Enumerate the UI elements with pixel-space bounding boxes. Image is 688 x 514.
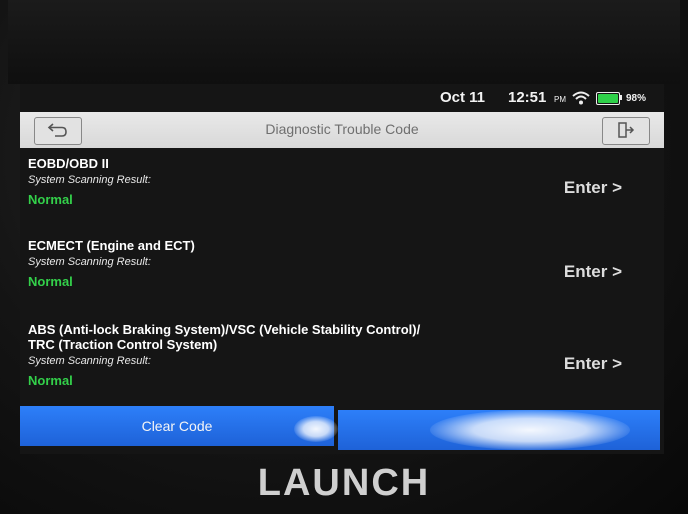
clear-code-button[interactable]: Clear Code [20, 406, 334, 446]
system-name: EOBD/OBD II [28, 156, 109, 171]
enter-button[interactable]: Enter > [564, 178, 622, 198]
page-title: Diagnostic Trouble Code [265, 121, 419, 137]
status-am-pm: PM [554, 95, 566, 104]
enter-button[interactable]: Enter > [564, 354, 622, 374]
battery-percent: 98% [626, 93, 647, 104]
status-time: 12:51 [508, 89, 547, 106]
battery-nub [620, 95, 622, 100]
system-name: ECMECT (Engine and ECT) [28, 238, 195, 253]
screen-glare [430, 410, 630, 450]
result-item-ecmect: ECMECT (Engine and ECT) System Scanning … [28, 238, 658, 289]
title-bar: Diagnostic Trouble Code [20, 112, 664, 148]
device-bezel [8, 0, 680, 84]
system-name: ABS (Anti-lock Braking System)/VSC (Vehi… [28, 322, 421, 352]
status-bar: Oct 11 12:51 PM 98% [20, 84, 664, 112]
exit-button[interactable] [602, 117, 650, 145]
result-item-eobd: EOBD/OBD II System Scanning Result: Norm… [28, 156, 658, 207]
result-item-abs: ABS (Anti-lock Braking System)/VSC (Vehi… [28, 322, 658, 388]
scan-status: Normal [28, 373, 73, 388]
screen-glare [294, 416, 338, 442]
enter-button[interactable]: Enter > [564, 262, 622, 282]
bottom-bar: Clear Code [20, 406, 664, 450]
exit-icon [618, 122, 635, 138]
wifi-icon [572, 91, 590, 105]
device-screen: Oct 11 12:51 PM 98% Diagnostic Trouble C… [20, 84, 664, 454]
battery-icon [596, 92, 620, 105]
battery-level [598, 94, 618, 103]
status-date: Oct 11 [440, 89, 486, 106]
brand-logo: LAUNCH [257, 462, 431, 504]
